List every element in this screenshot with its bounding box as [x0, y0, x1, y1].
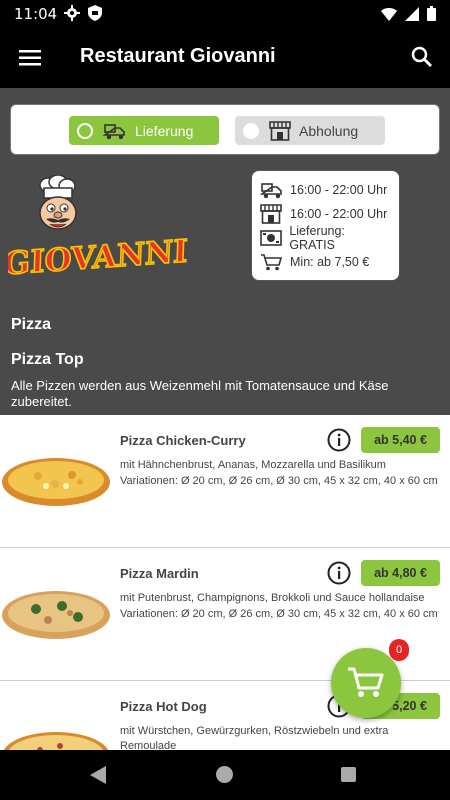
cart-count-badge: 0	[389, 639, 409, 661]
info-circle-icon	[327, 561, 351, 585]
product-description: mit Würstchen, Gewürzgurken, Röstzwiebel…	[120, 725, 389, 750]
svg-text:GIOVANNI: GIOVANNI	[8, 233, 188, 280]
pickup-hours-row: 16:00 - 22:00 Uhr	[260, 202, 391, 226]
signal-icon	[405, 6, 419, 21]
product-info-button[interactable]	[327, 561, 351, 585]
pickup-label: Abholung	[299, 122, 359, 139]
product-name: Pizza Chicken-Curry	[120, 433, 246, 448]
delivery-fee: Lieferung: GRATIS	[289, 224, 345, 252]
search-button[interactable]	[410, 45, 434, 69]
app-bar: Restaurant Giovanni	[0, 28, 450, 88]
pizza-mardin-image	[2, 591, 110, 639]
shopping-cart-icon	[348, 667, 384, 697]
back-icon[interactable]	[90, 766, 106, 784]
app-title: Restaurant Giovanni	[80, 45, 276, 67]
product-item[interactable]: Pizza Chicken-Curry ab 5,40 € mit Hähnch…	[0, 415, 450, 548]
cart-button[interactable]	[331, 648, 401, 718]
min-order: Min: ab 7,50 €	[290, 255, 370, 269]
category-title: Pizza	[11, 316, 52, 333]
status-bar: 11:04	[0, 0, 450, 28]
delivery-scooter-icon	[260, 183, 282, 199]
recent-apps-icon[interactable]	[341, 767, 356, 782]
settings-gear-icon	[64, 5, 80, 21]
status-time: 11:04	[14, 5, 58, 23]
menu-button[interactable]	[18, 46, 42, 70]
min-order-row: Min: ab 7,50 €	[260, 250, 391, 274]
restaurant-info-card: 16:00 - 22:00 Uhr 16:00 - 22:00 Uhr Lief…	[251, 170, 400, 281]
product-variations: Variationen: Ø 20 cm, Ø 26 cm, Ø 30 cm, …	[120, 608, 438, 620]
delivery-toggle-button[interactable]: Lieferung	[69, 116, 219, 145]
category-description: Alle Pizzen werden aus Weizenmehl mit To…	[11, 378, 389, 409]
subcategory-title: Pizza Top	[11, 351, 84, 368]
hamburger-menu-icon	[19, 50, 41, 66]
home-icon[interactable]	[216, 766, 233, 783]
pickup-toggle-button[interactable]: Abholung	[235, 116, 385, 145]
battery-icon	[427, 6, 436, 21]
product-description: mit Hähnchenbrust, Ananas, Mozzarella un…	[120, 459, 386, 471]
pizza-hot-dog-image	[3, 732, 109, 750]
storefront-icon	[269, 120, 291, 141]
info-circle-icon	[327, 428, 351, 452]
product-info-button[interactable]	[327, 428, 351, 452]
delivery-fee-row: Lieferung: GRATIS	[260, 224, 391, 252]
product-description: mit Putenbrust, Champignons, Brokkoli un…	[120, 592, 425, 604]
money-bill-icon	[260, 230, 282, 246]
pickup-hours: 16:00 - 22:00 Uhr	[290, 207, 388, 221]
restaurant-logo: GIOVANNI	[2, 174, 208, 283]
system-nav-bar	[0, 750, 450, 800]
chef-logo-icon: GIOVANNI	[2, 174, 189, 283]
shopping-cart-icon	[261, 254, 282, 271]
price-button[interactable]: ab 5,40 €	[361, 427, 440, 453]
price-button[interactable]: ab 4,80 €	[361, 560, 440, 586]
product-variations: Variationen: Ø 20 cm, Ø 26 cm, Ø 30 cm, …	[120, 475, 438, 487]
shield-icon	[88, 5, 102, 21]
delivery-hours-row: 16:00 - 22:00 Uhr	[260, 178, 391, 202]
delivery-label: Lieferung	[135, 122, 194, 139]
pickup-radio[interactable]	[243, 122, 259, 139]
search-icon	[411, 46, 432, 67]
delivery-scooter-icon	[103, 123, 125, 139]
delivery-hours: 16:00 - 22:00 Uhr	[290, 183, 388, 197]
storefront-icon	[260, 204, 282, 224]
product-name: Pizza Hot Dog	[120, 699, 207, 714]
product-name: Pizza Mardin	[120, 566, 199, 581]
delivery-radio[interactable]	[77, 122, 93, 139]
pizza-chicken-curry-image	[2, 458, 110, 506]
order-mode-selector: Lieferung Abholung	[10, 104, 440, 155]
wifi-icon	[381, 7, 397, 21]
